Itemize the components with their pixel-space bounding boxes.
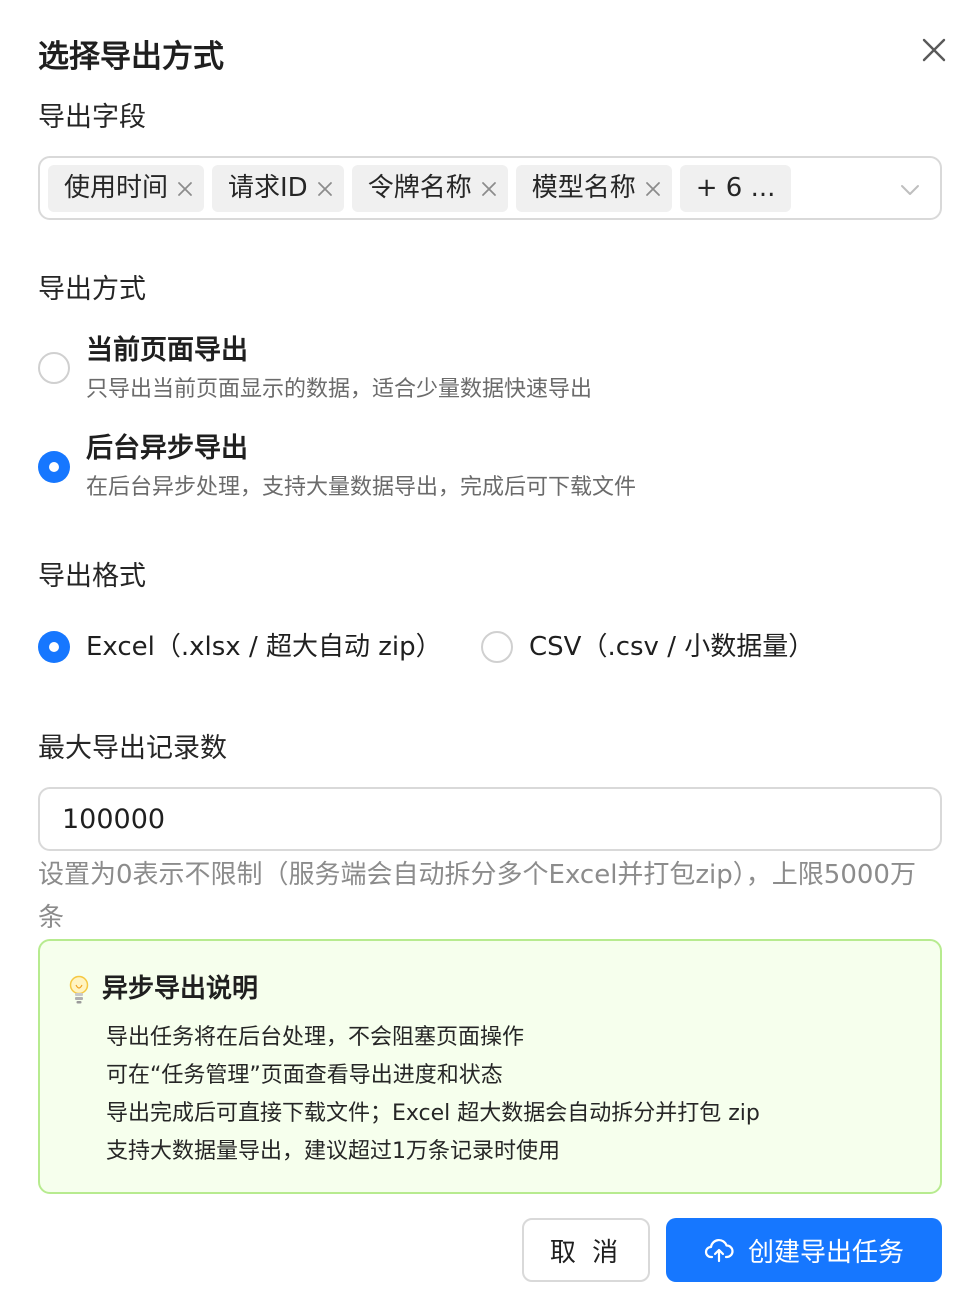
info-item: 导出完成后可直接下载文件；Excel 超大数据会自动拆分并打包 zip <box>106 1101 760 1126</box>
info-title: 异步导出说明 <box>102 974 259 1004</box>
close-icon[interactable] <box>916 32 952 68</box>
max-records-label: 最大导出记录数 <box>38 733 227 764</box>
field-tag-label: 使用时间 <box>64 173 169 203</box>
create-export-task-button[interactable]: 创建导出任务 <box>666 1218 942 1282</box>
more-tags-label: + 6 ... <box>695 173 776 203</box>
mode-option-async[interactable] <box>38 451 70 483</box>
format-radio-excel[interactable] <box>38 631 70 663</box>
fields-select[interactable]: 使用时间 请求ID 令牌名称 模型名称 + 6 ... <box>38 156 942 220</box>
mode-option-desc: 在后台异步处理，支持大量数据导出，完成后可下载文件 <box>86 475 637 500</box>
mode-option-desc: 只导出当前页面显示的数据，适合少量数据快速导出 <box>86 377 593 402</box>
info-list: 导出任务将在后台处理，不会阻塞页面操作 可在“任务管理”页面查看导出进度和状态 … <box>106 1019 760 1171</box>
format-option-csv[interactable] <box>481 631 513 663</box>
create-export-task-label: 创建导出任务 <box>747 1237 904 1268</box>
mode-radio-current-page[interactable] <box>38 352 70 384</box>
format-option-excel[interactable] <box>38 631 70 663</box>
fields-label: 导出字段 <box>38 102 146 133</box>
async-info-box: 异步导出说明 导出任务将在后台处理，不会阻塞页面操作 可在“任务管理”页面查看导… <box>38 939 942 1194</box>
mode-option-current-page[interactable] <box>38 352 70 384</box>
format-option-excel-label[interactable]: Excel（.xlsx / 超大自动 zip） <box>86 629 442 665</box>
field-tag-label: 请求ID <box>228 173 308 203</box>
cloud-upload-icon <box>704 1235 734 1265</box>
field-tag: 使用时间 <box>48 165 205 212</box>
mode-radio-async[interactable] <box>38 451 70 483</box>
mode-label: 导出方式 <box>38 274 146 305</box>
dialog-title: 选择导出方式 <box>38 39 224 75</box>
close-icon[interactable] <box>316 180 334 198</box>
info-item: 导出任务将在后台处理，不会阻塞页面操作 <box>106 1025 525 1050</box>
format-option-csv-label[interactable]: CSV（.csv / 小数据量） <box>529 629 814 665</box>
mode-option-title[interactable]: 后台异步导出 <box>86 431 248 467</box>
max-records-input[interactable] <box>38 787 942 851</box>
format-label: 导出格式 <box>38 561 146 592</box>
max-records-hint: 设置为0表示不限制（服务端会自动拆分多个Excel并打包zip），上限5000万… <box>38 860 916 933</box>
field-tag: 模型名称 <box>515 165 672 212</box>
close-icon[interactable] <box>480 180 498 198</box>
field-tag-label: 模型名称 <box>531 173 636 203</box>
info-item: 支持大数据量导出，建议超过1万条记录时使用 <box>106 1139 560 1164</box>
export-dialog: 选择导出方式 导出字段 使用时间 请求ID 令牌名称 模型名称 + 6 ... … <box>0 0 974 1312</box>
cancel-button[interactable]: 取 消 <box>522 1218 650 1282</box>
more-tags-badge[interactable]: + 6 ... <box>679 165 792 212</box>
field-tag: 令牌名称 <box>351 165 508 212</box>
fields-tags: 使用时间 请求ID 令牌名称 模型名称 + 6 ... <box>48 165 792 212</box>
mode-option-title[interactable]: 当前页面导出 <box>86 333 248 369</box>
chevron-down-icon[interactable] <box>898 178 922 202</box>
info-item: 可在“任务管理”页面查看导出进度和状态 <box>106 1063 503 1088</box>
close-icon[interactable] <box>176 180 194 198</box>
lightbulb-icon <box>68 975 90 1005</box>
field-tag: 请求ID <box>212 165 344 212</box>
field-tag-label: 令牌名称 <box>367 173 472 203</box>
close-icon[interactable] <box>644 180 662 198</box>
format-radio-csv[interactable] <box>481 631 513 663</box>
